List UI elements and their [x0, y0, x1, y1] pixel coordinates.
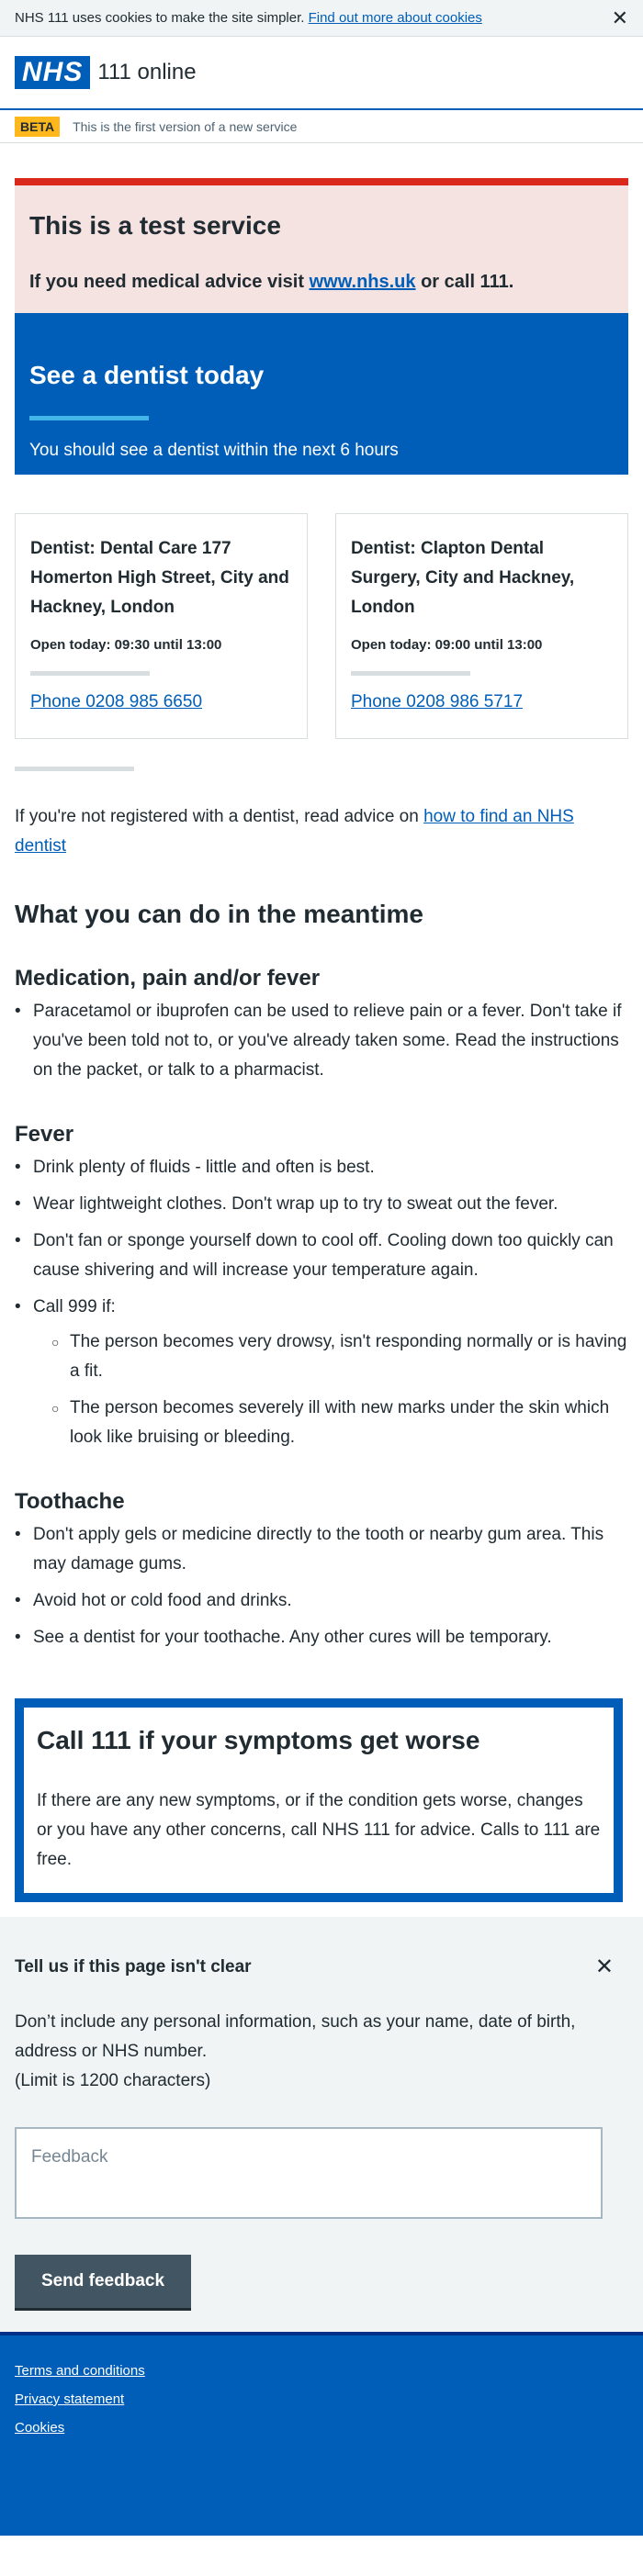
call-999-label: Call 999 if:: [33, 1297, 116, 1316]
service-card-opening-times: Open today: 09:00 until 13:00: [351, 637, 543, 653]
toothache-section: Toothache Don't apply gels or medicine d…: [0, 1489, 643, 1652]
register-advice: If you're not registered with a dentist,…: [15, 802, 628, 861]
toothache-list: Don't apply gels or medicine directly to…: [15, 1520, 628, 1652]
test-notice-text-before: If you need medical advice visit: [29, 272, 305, 292]
list-item: Drink plenty of fluids - little and ofte…: [15, 1153, 628, 1182]
close-icon[interactable]: ✕: [612, 7, 628, 28]
list-item: The person becomes severely ill with new…: [51, 1394, 628, 1452]
service-card: Dentist: Clapton Dental Surgery, City an…: [335, 513, 628, 739]
service-name[interactable]: 111 online: [97, 60, 196, 85]
feedback-privacy-note: Don’t include any personal information, …: [15, 2012, 576, 2061]
service-card-opening-times: Open today: 09:30 until 13:00: [30, 637, 222, 653]
care-card-title: See a dentist today: [29, 361, 265, 389]
list-item: Don't apply gels or medicine directly to…: [15, 1520, 628, 1579]
nhs-website-link[interactable]: www.nhs.uk: [310, 272, 416, 292]
list-item: Avoid hot or cold food and drinks.: [15, 1586, 628, 1616]
feedback-header: Tell us if this page isn't clear ✕: [15, 1954, 628, 1980]
beta-banner: BETA This is the first version of a new …: [0, 110, 643, 143]
feedback-character-limit: (Limit is 1200 characters): [15, 2071, 211, 2090]
care-card-subtitle: You should see a dentist within the next…: [29, 441, 399, 460]
footer-link-cookies[interactable]: Cookies: [15, 2420, 628, 2436]
medication-section: Medication, pain and/or fever Paracetamo…: [0, 966, 643, 1085]
test-notice-title: This is a test service: [29, 211, 281, 240]
list-item: Paracetamol or ibuprofen can be used to …: [15, 997, 628, 1085]
cookie-banner-message: NHS 111 uses cookies to make the site si…: [15, 10, 305, 26]
worsening-card-title: Call 111 if your symptoms get worse: [37, 1726, 480, 1754]
worsening-card: Call 111 if your symptoms get worse If t…: [15, 1698, 623, 1902]
service-card-divider: [30, 671, 150, 676]
care-card: See a dentist today You should see a den…: [15, 313, 628, 475]
medication-heading: Medication, pain and/or fever: [15, 966, 321, 991]
feedback-input[interactable]: [15, 2127, 603, 2219]
list-item: See a dentist for your toothache. Any ot…: [15, 1623, 628, 1652]
cookie-banner: NHS 111 uses cookies to make the site si…: [0, 0, 643, 37]
list-item-call-999: Call 999 if: The person becomes very dro…: [15, 1293, 628, 1452]
section-divider: [15, 767, 134, 771]
site-header: NHS 111 online: [0, 37, 643, 110]
list-item: The person becomes very drowsy, isn't re…: [51, 1327, 628, 1386]
beta-tag: BETA: [15, 116, 61, 137]
beta-text: This is the first version of a new servi…: [73, 118, 298, 134]
footer-link-privacy[interactable]: Privacy statement: [15, 2391, 628, 2407]
test-notice-text: If you need medical advice visit www.nhs…: [29, 272, 614, 293]
list-item: Don't fan or sponge yourself down to coo…: [15, 1226, 628, 1285]
fever-heading: Fever: [15, 1122, 74, 1147]
cookie-info-link[interactable]: Find out more about cookies: [309, 10, 482, 26]
cookie-banner-text: NHS 111 uses cookies to make the site si…: [15, 10, 612, 26]
close-icon[interactable]: ✕: [595, 1954, 628, 1980]
service-card-name: Dentist: Clapton Dental Surgery, City an…: [351, 539, 575, 617]
medication-list: Paracetamol or ibuprofen can be used to …: [15, 997, 628, 1085]
site-footer: Terms and conditions Privacy statement C…: [0, 2332, 643, 2536]
test-notice-text-after: or call 111.: [421, 272, 514, 292]
worsening-card-text: If there are any new symptoms, or if the…: [37, 1791, 601, 1869]
send-feedback-button[interactable]: Send feedback: [15, 2255, 191, 2308]
feedback-instructions: Don’t include any personal information, …: [15, 2008, 628, 2096]
service-phone-link[interactable]: Phone 0208 985 6650: [30, 692, 202, 711]
footer-link-terms[interactable]: Terms and conditions: [15, 2363, 628, 2379]
register-advice-text: If you're not registered with a dentist,…: [15, 807, 419, 826]
service-phone-link[interactable]: Phone 0208 986 5717: [351, 692, 523, 711]
service-card: Dentist: Dental Care 177 Homerton High S…: [15, 513, 308, 739]
meantime-heading: What you can do in the meantime: [15, 900, 423, 928]
list-item: Wear lightweight clothes. Don't wrap up …: [15, 1190, 628, 1219]
feedback-panel: Tell us if this page isn't clear ✕ Don’t…: [0, 1917, 643, 2332]
fever-list: Drink plenty of fluids - little and ofte…: [15, 1153, 628, 1452]
toothache-heading: Toothache: [15, 1489, 125, 1514]
feedback-title: Tell us if this page isn't clear: [15, 1956, 252, 1977]
nhs-logo[interactable]: NHS: [15, 56, 91, 89]
service-list: Dentist: Dental Care 177 Homerton High S…: [15, 513, 628, 739]
care-card-divider: [29, 416, 149, 420]
call-999-list: The person becomes very drowsy, isn't re…: [51, 1327, 628, 1452]
service-card-divider: [351, 671, 470, 676]
test-service-notice: This is a test service If you need medic…: [15, 178, 628, 313]
fever-section: Fever Drink plenty of fluids - little an…: [0, 1122, 643, 1452]
service-card-name: Dentist: Dental Care 177 Homerton High S…: [30, 539, 289, 617]
